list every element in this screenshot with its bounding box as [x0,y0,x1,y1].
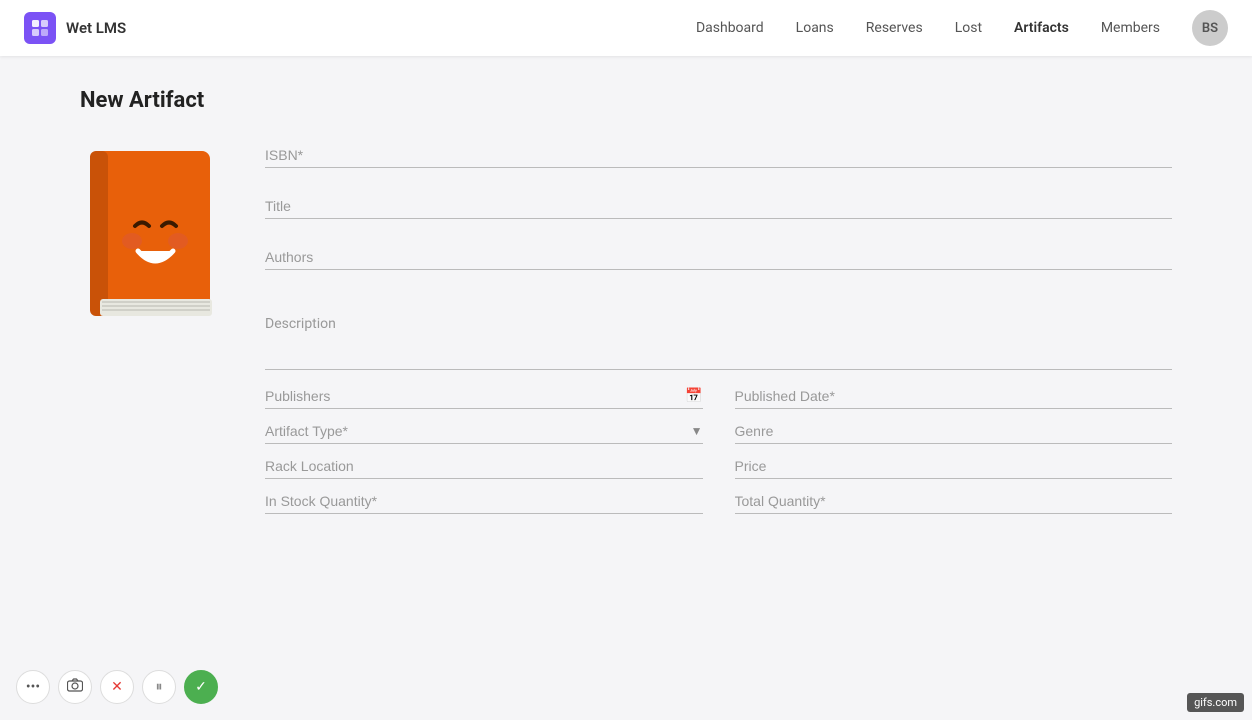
gifs-badge: gifs.com [1187,693,1244,712]
artifact-type-row: Artifact Type* ▼ [265,417,1172,444]
app-name: Wet LMS [66,19,126,37]
confirm-button[interactable]: ✓ [184,670,218,704]
authors-input[interactable] [265,243,1172,270]
main-content: New Artifact [0,56,1252,554]
close-button[interactable]: ✕ [100,670,134,704]
publishers-col: 📅 [265,382,703,409]
pause-button[interactable]: ⏸ [142,670,176,704]
close-icon: ✕ [111,679,123,695]
form-area: 📅 Artifact Type* ▼ [80,141,1172,522]
rack-location-input[interactable] [265,452,703,479]
app-logo [24,12,56,44]
publishers-row: 📅 [265,382,1172,409]
publishers-input[interactable] [265,382,703,409]
more-options-button[interactable]: ••• [16,670,50,704]
qty-row [265,487,1172,514]
check-icon: ✓ [195,679,207,695]
authors-field-group [265,243,1172,270]
book-thumbnail [80,141,225,522]
total-qty-input[interactable] [735,487,1173,514]
title-field-group [265,192,1172,219]
nav-links: Dashboard Loans Reserves Lost Artifacts … [696,20,1160,36]
in-stock-qty-col [265,487,703,514]
nav-loans[interactable]: Loans [796,20,834,36]
description-field-group [265,310,1172,374]
description-textarea[interactable] [265,310,1172,370]
artifact-type-select-wrap: Artifact Type* ▼ [265,417,703,444]
genre-input[interactable] [735,417,1173,444]
in-stock-qty-input[interactable] [265,487,703,514]
camera-icon [67,678,83,696]
brand: Wet LMS [24,12,126,44]
published-date-col [735,382,1173,409]
navbar: Wet LMS Dashboard Loans Reserves Lost Ar… [0,0,1252,56]
nav-artifacts[interactable]: Artifacts [1014,20,1069,36]
isbn-input[interactable] [265,141,1172,168]
rack-price-row [265,452,1172,479]
bottom-toolbar: ••• ✕ ⏸ ✓ [16,670,218,704]
artifact-form: 📅 Artifact Type* ▼ [265,141,1172,522]
pause-icon: ⏸ [156,679,163,695]
artifact-type-select[interactable]: Artifact Type* [265,417,703,444]
rack-location-col [265,452,703,479]
user-avatar[interactable]: BS [1192,10,1228,46]
camera-button[interactable] [58,670,92,704]
artifact-type-col: Artifact Type* ▼ [265,417,703,444]
nav-reserves[interactable]: Reserves [866,20,923,36]
isbn-field-group [265,141,1172,168]
page-title: New Artifact [80,88,1172,113]
nav-lost[interactable]: Lost [955,20,982,36]
published-date-input[interactable] [735,382,1173,409]
title-input[interactable] [265,192,1172,219]
nav-members[interactable]: Members [1101,20,1160,36]
price-col [735,452,1173,479]
price-input[interactable] [735,452,1173,479]
total-qty-col [735,487,1173,514]
genre-col [735,417,1173,444]
more-icon: ••• [26,679,40,695]
nav-dashboard[interactable]: Dashboard [696,20,764,36]
